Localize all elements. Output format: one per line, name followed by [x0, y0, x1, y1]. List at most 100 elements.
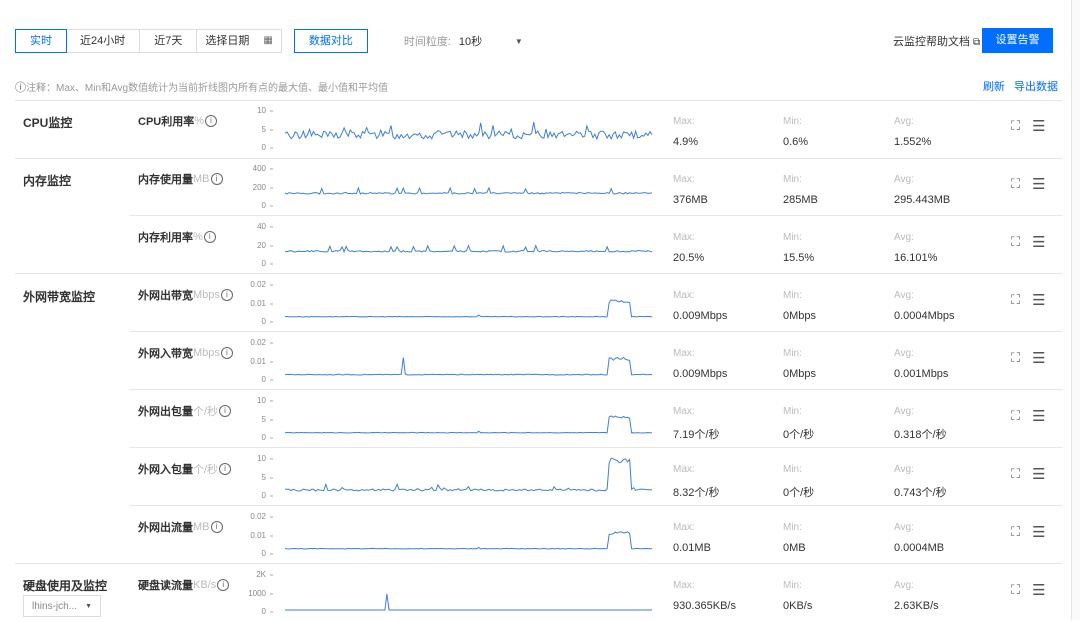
menu-icon[interactable]: ☰	[1032, 291, 1045, 309]
stat-value: 0个/秒	[783, 429, 815, 441]
note-text: 注释：Max、Min和Avg数值统计为当前折线图内所有点的最大值、最小值和平均值	[26, 83, 389, 94]
fullscreen-icon[interactable]: ⛶	[1011, 350, 1020, 366]
refresh-link[interactable]: 刷新	[983, 81, 1005, 93]
tick-label: 0	[262, 317, 267, 326]
series-line	[284, 186, 653, 195]
tick-label: 10	[257, 106, 266, 115]
metric-chart-in-bandwidth[interactable]: 0.02 0.01 0	[240, 335, 660, 387]
stat-value: 0个/秒	[783, 487, 815, 499]
sparkline-svg: 400 200 0	[253, 164, 653, 210]
stat-label: Min:	[783, 290, 802, 301]
menu-icon[interactable]: ☰	[1032, 407, 1045, 425]
stat-avg: Avg: 1.552%	[894, 116, 931, 148]
disk-select[interactable]: lhins-jch... ▼	[23, 595, 101, 617]
metric-label: 外网出包量	[138, 406, 193, 418]
group-label-disk: 硬盘使用及监控	[23, 579, 108, 593]
help-icon[interactable]: i	[219, 463, 232, 475]
menu-icon[interactable]: ☰	[1032, 233, 1045, 251]
stat-max: Max: 7.19个/秒	[673, 406, 719, 442]
stat-label: Min:	[783, 464, 802, 475]
stat-value: 0.001Mbps	[894, 368, 949, 380]
date-picker[interactable]: 选择日期 ▦	[197, 30, 280, 52]
stat-value: 15.5%	[783, 252, 815, 264]
table-divider	[15, 563, 1062, 564]
help-icon[interactable]: i	[203, 231, 216, 243]
fullscreen-icon[interactable]: ⛶	[1011, 118, 1020, 134]
sparkline-svg: 0.02 0.01 0	[250, 280, 653, 326]
tick-label: 0	[262, 491, 267, 500]
stat-value: 0.0004MB	[894, 542, 945, 554]
tab-realtime[interactable]: 实时	[15, 29, 67, 53]
stat-min: Min: 0MB	[783, 522, 806, 554]
fullscreen-icon[interactable]: ⛶	[1011, 466, 1020, 482]
compare-button[interactable]: 数据对比	[293, 29, 368, 53]
stat-label: Avg:	[894, 116, 914, 127]
fullscreen-icon[interactable]: ⛶	[1011, 292, 1020, 308]
metric-chart-memory-used[interactable]: 400 200 0	[240, 161, 660, 213]
set-alarm-button[interactable]: 设置告警	[982, 28, 1053, 53]
row-actions: ⛶ ☰	[1011, 175, 1046, 193]
sparkline-svg: 2K 1000 0	[248, 570, 652, 616]
metric-chart-out-packets[interactable]: 10 5 0	[240, 393, 660, 445]
help-icon[interactable]: i	[210, 521, 223, 533]
stat-max: Max: 20.5%	[673, 232, 704, 264]
sparkline-svg: 0.02 0.01 0	[250, 338, 652, 384]
menu-icon[interactable]: ☰	[1032, 465, 1045, 483]
help-icon[interactable]: i	[220, 289, 233, 301]
metric-chart-memory-usage[interactable]: 40 20 0	[240, 219, 660, 271]
metric-label: 外网入包量	[138, 464, 193, 476]
metric-chart-in-packets[interactable]: 10 5 0	[240, 451, 660, 503]
help-icon[interactable]: i	[217, 579, 230, 591]
granularity-value: 10秒	[458, 36, 483, 48]
help-icon[interactable]: i	[220, 347, 233, 359]
stat-avg: Avg: 0.318个/秒	[894, 406, 947, 442]
stat-min: Min: 285MB	[783, 174, 818, 206]
stat-min: Min: 0个/秒	[783, 406, 814, 442]
menu-icon[interactable]: ☰	[1032, 523, 1045, 541]
tab-7d[interactable]: 近7天	[140, 30, 198, 52]
tick-label: 200	[253, 183, 267, 192]
info-icon: ⓘ	[15, 82, 26, 94]
help-icon[interactable]: i	[205, 115, 218, 127]
fullscreen-icon[interactable]: ⛶	[1011, 408, 1020, 424]
page-scrollbar[interactable]	[1071, 0, 1080, 620]
row-actions: ⛶ ☰	[1011, 581, 1046, 599]
help-doc-link[interactable]: 云监控帮助文档 ⧉	[893, 33, 980, 49]
granularity-select[interactable]: 时间粒度: 10秒 ▼	[404, 33, 523, 49]
granularity-label: 时间粒度:	[403, 36, 451, 48]
metric-chart-out-traffic[interactable]: 0.02 0.01 0	[240, 509, 660, 561]
stat-value: 0KB/s	[783, 600, 813, 612]
stat-value: 0.009Mbps	[673, 310, 728, 322]
help-icon[interactable]: i	[219, 405, 232, 417]
menu-icon[interactable]: ☰	[1032, 581, 1045, 599]
metric-unit: MB	[193, 173, 210, 185]
menu-icon[interactable]: ☰	[1032, 117, 1045, 135]
metric-chart-disk-read[interactable]: 2K 1000 0	[240, 567, 660, 619]
stat-value: 0MB	[783, 542, 806, 554]
calendar-icon: ▦	[263, 35, 273, 46]
row-actions: ⛶ ☰	[1011, 465, 1046, 483]
tab-24h[interactable]: 近24小时	[66, 30, 141, 52]
tick-label: 0.02	[250, 338, 266, 347]
fullscreen-icon[interactable]: ⛶	[1011, 524, 1020, 540]
row-actions: ⛶ ☰	[1011, 349, 1046, 367]
help-icon[interactable]: i	[210, 173, 223, 185]
table-divider	[130, 331, 1062, 332]
metric-chart-cpu-usage[interactable]: 10 5 0	[240, 103, 660, 155]
fullscreen-icon[interactable]: ⛶	[1011, 176, 1020, 192]
menu-icon[interactable]: ☰	[1032, 349, 1045, 367]
stat-max: Max: 0.009Mbps	[673, 348, 727, 380]
tick-label: 0.02	[250, 280, 266, 289]
export-data-link[interactable]: 导出数据	[1014, 81, 1058, 93]
metric-chart-out-bandwidth[interactable]: 0.02 0.01 0	[240, 277, 660, 329]
table-divider	[130, 447, 1062, 448]
fullscreen-icon[interactable]: ⛶	[1011, 234, 1020, 250]
stat-avg: Avg: 16.101%	[894, 232, 937, 264]
fullscreen-icon[interactable]: ⛶	[1011, 582, 1020, 598]
stat-avg: Avg: 0.0004MB	[894, 522, 944, 554]
stat-label: Avg:	[894, 348, 914, 359]
sparkline-svg: 40 20 0	[257, 222, 653, 268]
metric-label: 硬盘读流量	[138, 580, 193, 592]
stat-value: 1.552%	[894, 136, 932, 148]
menu-icon[interactable]: ☰	[1032, 175, 1045, 193]
